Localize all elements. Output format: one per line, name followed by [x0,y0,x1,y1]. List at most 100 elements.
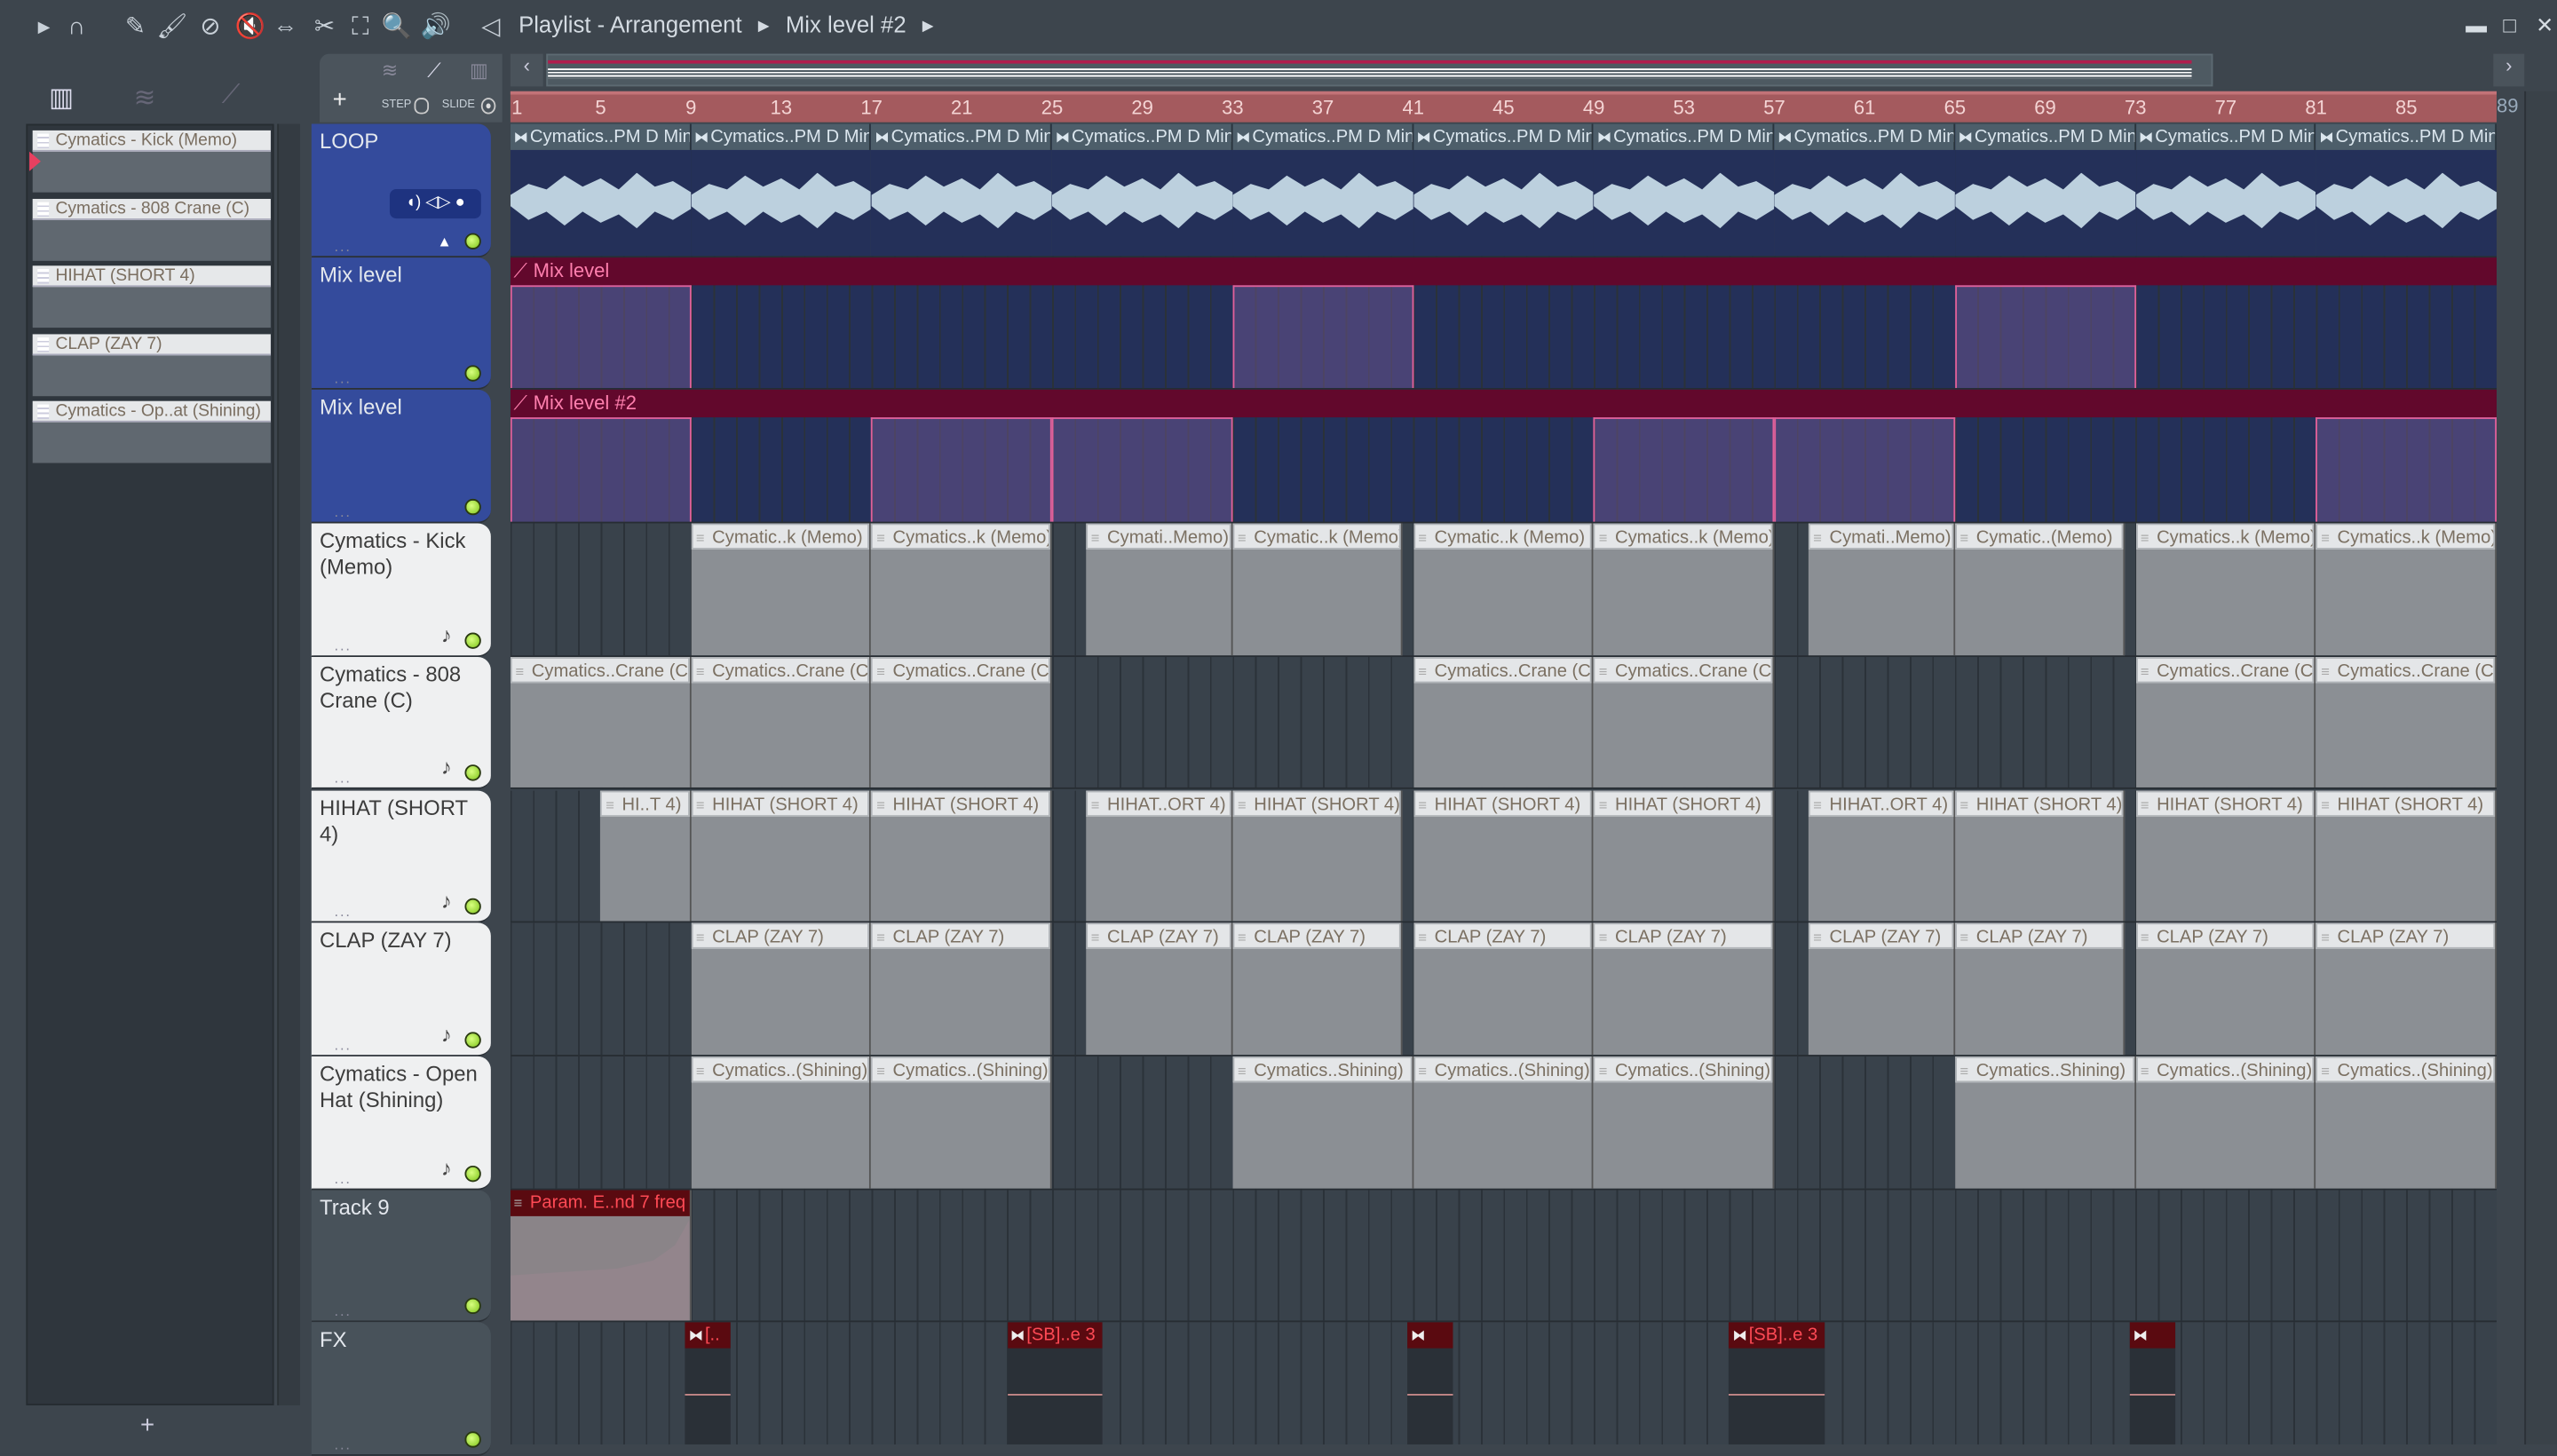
piano-roll-filter-icon[interactable]: ▥ [49,82,74,115]
pattern-clip[interactable]: Cymatics..(Shining) [2316,1056,2497,1188]
track-lane[interactable]: Mix level [510,257,2497,391]
track-enable-toggle[interactable] [464,1298,481,1315]
pattern-clip[interactable]: Cymatics..k (Memo) [2316,523,2497,655]
automation-clip[interactable]: Mix level [510,257,2497,285]
pattern-clip[interactable]: HIHAT (SHORT 4) [871,789,1052,922]
track-resize-handle[interactable]: ... [335,238,352,254]
track-header[interactable]: FX... [311,1322,491,1456]
audio-clip[interactable]: Cymatics..PM D Min [1954,123,2136,256]
pattern-clip[interactable]: Cymatic..k (Memo) [691,523,872,655]
fx-audio-clip[interactable]: [SB]..e 3 [1729,1322,1825,1444]
pattern-clip[interactable]: CLAP (ZAY 7) [1954,922,2125,1055]
collapse-icon[interactable]: ▲ [437,233,451,249]
automation-icon[interactable]: ⟋ [427,59,440,83]
track-enable-toggle[interactable] [464,765,481,782]
automation-clip[interactable]: Mix level #2 [510,390,2497,418]
track-enable-toggle[interactable] [464,1431,481,1448]
track-header[interactable]: HIHAT (SHORT 4) ♪... [311,789,491,923]
track-header[interactable]: Cymatics - Kick (Memo) ♪... [311,523,491,657]
track-lane[interactable]: Cymatics..(Shining)Cymatics..(Shining)Cy… [510,1056,2497,1190]
pattern-clip[interactable]: Cymati..Memo) [1086,523,1233,655]
add-pattern-button[interactable]: + [140,1412,154,1439]
step-toggle[interactable] [414,98,430,115]
track-enable-toggle[interactable] [464,632,481,649]
slip-icon[interactable]: ⇔ [271,13,300,43]
browser-pattern-item[interactable]: Cymatics - Op..at (Shining) [32,400,271,463]
pencil-icon[interactable]: ✎ [121,13,150,43]
pattern-clip[interactable]: CLAP (ZAY 7) [691,922,872,1055]
pattern-clip[interactable]: Cymatics..(Shining) [871,1056,1052,1188]
pattern-clip[interactable]: Cymatics..Crane (C) [2316,656,2497,788]
track-resize-handle[interactable]: ... [335,1170,352,1186]
track-resize-handle[interactable]: ... [335,771,352,787]
pattern-clip[interactable]: HIHAT (SHORT 4) [1232,789,1403,922]
track-lane[interactable]: [.. [SB]..e 3 [SB]..e 3 [510,1322,2497,1444]
track-resize-handle[interactable]: ... [335,904,352,920]
pattern-clip[interactable]: Cymatics..(Shining) [2135,1056,2316,1188]
pattern-clip[interactable]: CLAP (ZAY 7) [1413,922,1595,1055]
pattern-clip[interactable]: CLAP (ZAY 7) [2316,922,2497,1055]
audio-filter-icon[interactable]: ≋ [134,82,156,115]
slide-toggle[interactable] [480,98,496,115]
track-lane[interactable]: HI..T 4)HIHAT (SHORT 4)HIHAT (SHORT 4)HI… [510,789,2497,923]
track-lane[interactable]: CLAP (ZAY 7)CLAP (ZAY 7)CLAP (ZAY 7)CLAP… [510,922,2497,1056]
pattern-clip[interactable]: Cymatic..(Memo) [1954,523,2125,655]
browser-scrollbar[interactable] [277,123,300,1405]
pattern-clip[interactable]: Cymatics..(Shining) [691,1056,872,1188]
scroll-right-button[interactable]: › [2493,53,2525,87]
playhead-marker-icon[interactable] [29,151,41,171]
pattern-clip[interactable]: Cymatics..Shining) [1232,1056,1413,1188]
pattern-clip[interactable]: Cymatics..k (Memo) [871,523,1052,655]
playlist-grid[interactable]: Cymatics..PM D MinCymatics..PM D MinCyma… [510,123,2497,1444]
fx-audio-clip[interactable]: [SB]..e 3 [1007,1322,1104,1444]
audio-clip[interactable]: Cymatics..PM D Min [2135,123,2316,256]
track-lane[interactable]: Cymatics..PM D MinCymatics..PM D MinCyma… [510,123,2497,257]
audio-clip[interactable]: Cymatics..PM D Min [1413,123,1595,256]
select-icon[interactable]: ⛶ [345,13,375,43]
track-resize-handle[interactable]: ... [335,371,352,387]
pattern-clip[interactable]: Cymatics..Crane (C) [2135,656,2316,788]
track-enable-toggle[interactable] [464,366,481,383]
track-resize-handle[interactable]: ... [335,637,352,653]
audio-clip[interactable]: Cymatics..PM D Min [2316,123,2497,256]
pattern-clip[interactable]: CLAP (ZAY 7) [2135,922,2316,1055]
chevron-right-icon[interactable]: ▸ [922,12,934,37]
pattern-clip[interactable]: CLAP (ZAY 7) [1232,922,1403,1055]
track-enable-toggle[interactable] [464,233,481,249]
piano-icon[interactable]: ▥ [470,59,488,82]
timeline-ruler[interactable]: 1 5 9 13 17 21 25 29 33 37 41 45 49 53 57 61 65 69 73 77 81 8… [510,91,2497,123]
pattern-clip[interactable]: HIHAT (SHORT 4) [1954,789,2125,922]
pattern-clip[interactable]: HIHAT (SHORT 4) [691,789,872,922]
track-header[interactable]: Mix level... [311,257,491,391]
browser-pattern-item[interactable]: Cymatics - 808 Crane (C) [32,198,271,260]
pattern-clip[interactable]: Cymati..Memo) [1808,523,1955,655]
pattern-clip[interactable]: Cymatics..(Shining) [1413,1056,1595,1188]
scroll-left-button[interactable]: ‹ [510,53,543,87]
automation-filter-icon[interactable]: ⟋ [222,82,241,111]
pattern-clip[interactable]: Cymatics..k (Memo) [1594,523,1775,655]
track-audio-controls[interactable]: ◖) ◁▷ ● [389,189,481,219]
track-lane[interactable]: Cymatics..Crane (C)Cymatics..Crane (C)Cy… [510,656,2497,790]
pattern-clip[interactable]: HIHAT (SHORT 4) [1413,789,1595,922]
speaker-icon[interactable]: ◁ [476,13,505,43]
fx-audio-clip[interactable] [1407,1322,1453,1444]
pattern-clip[interactable]: CLAP (ZAY 7) [1808,922,1955,1055]
pattern-clip[interactable]: Cymatics..Crane (C) [510,656,692,788]
pattern-selector[interactable]: Mix level #2 [786,12,906,37]
track-resize-handle[interactable]: ... [335,1037,352,1053]
playback-icon[interactable]: 🔊 [421,13,451,43]
mute-icon[interactable]: 🔇 [234,13,265,43]
audio-icon[interactable]: ≋ [382,59,398,82]
add-track-button[interactable]: + [333,86,347,114]
zoom-icon[interactable]: 🔍 [382,13,412,43]
pattern-clip[interactable]: Cymatics..Crane (C) [1594,656,1775,788]
pattern-clip[interactable]: Cymatics..(Shining) [1594,1056,1775,1188]
pattern-clip[interactable]: Cymatics..Crane (C) [691,656,872,788]
track-header[interactable]: Cymatics - Open Hat (Shining) ♪... [311,1056,491,1190]
pattern-clip[interactable]: HIHAT (SHORT 4) [2135,789,2316,922]
slice-icon[interactable]: ✂ [310,13,339,43]
pattern-clip[interactable]: CLAP (ZAY 7) [1594,922,1775,1055]
track-enable-toggle[interactable] [464,1032,481,1048]
audio-clip[interactable]: Cymatics..PM D Min [871,123,1052,256]
pattern-clip[interactable]: Cymatics..Crane (C) [1413,656,1595,788]
